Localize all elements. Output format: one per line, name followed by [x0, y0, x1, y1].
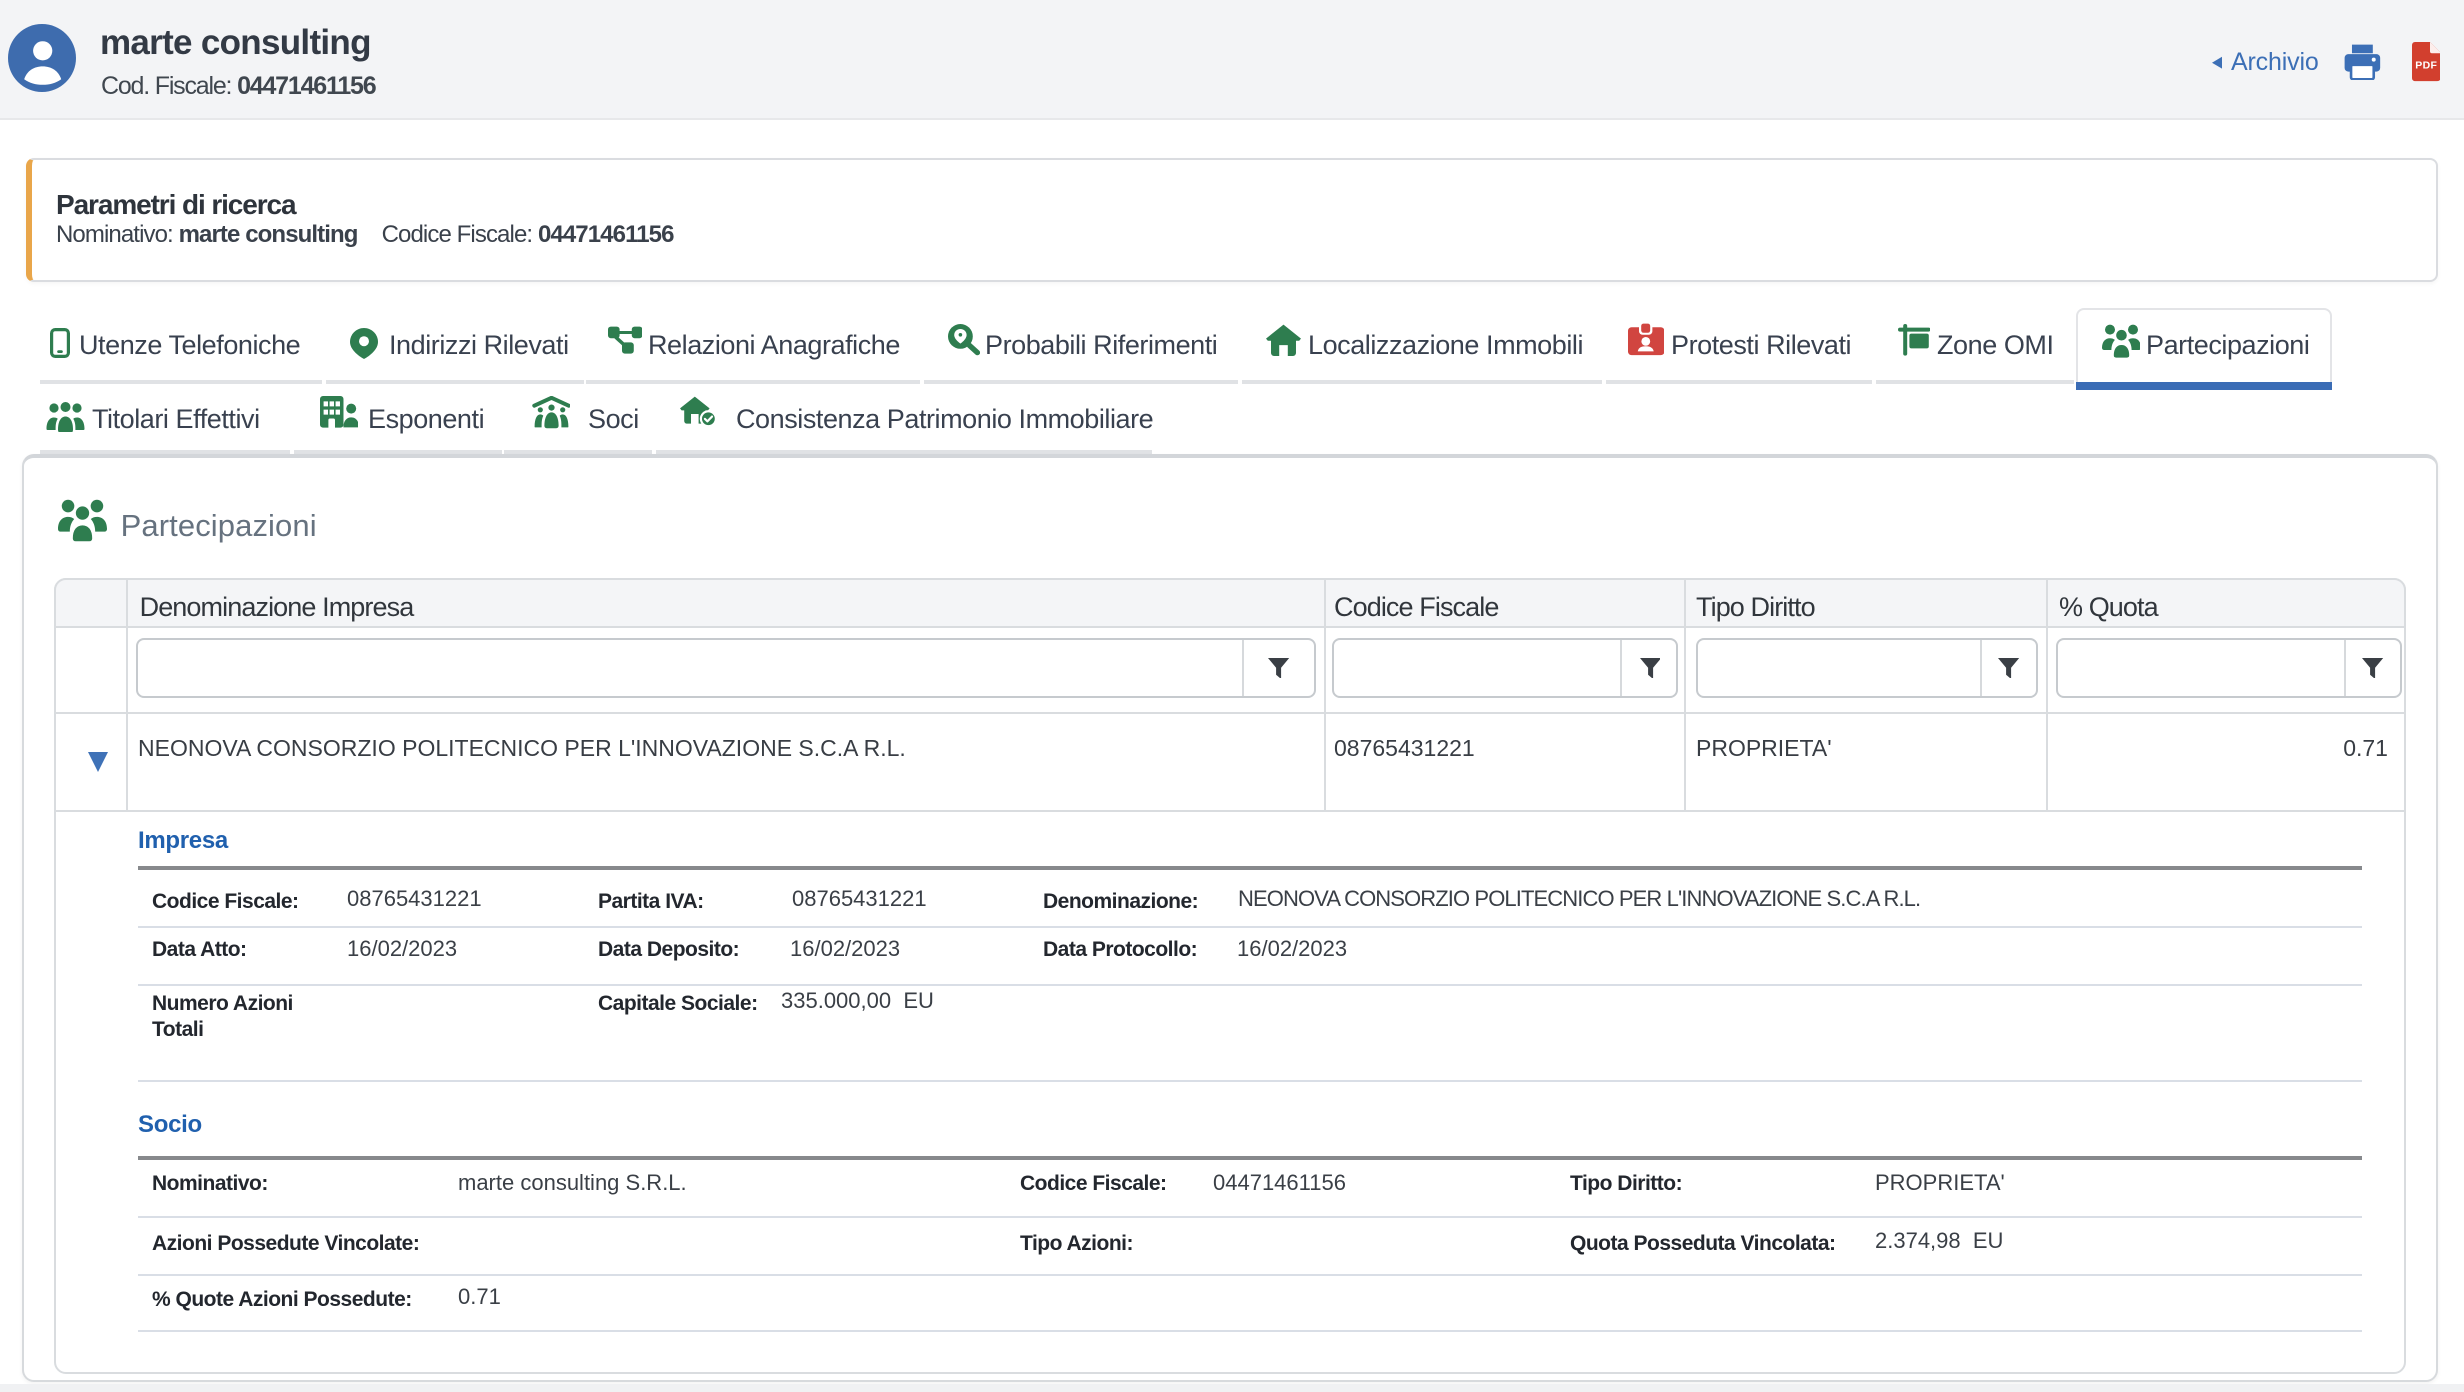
svg-text:PDF: PDF: [2414, 61, 2436, 72]
